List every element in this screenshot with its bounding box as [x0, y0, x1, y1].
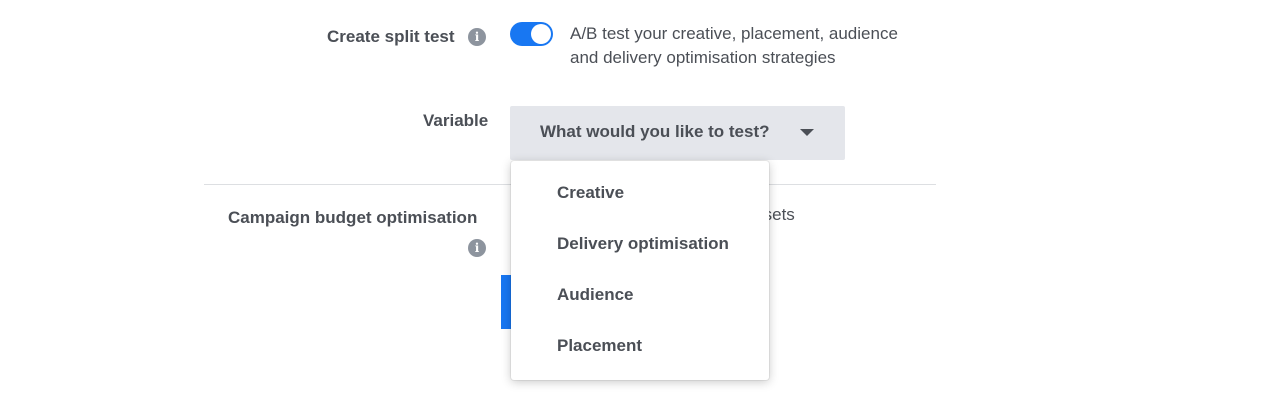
split-test-label: Create split test: [327, 27, 455, 46]
variable-select-label: What would you like to test?: [540, 122, 770, 141]
budget-info-icon[interactable]: i: [468, 239, 486, 257]
dropdown-item-creative[interactable]: Creative: [511, 171, 769, 215]
dropdown-item-delivery-optimisation[interactable]: Delivery optimisation: [511, 222, 769, 266]
variable-dropdown-menu: Creative Delivery optimisation Audience …: [511, 161, 769, 380]
dropdown-item-label: Placement: [557, 336, 643, 355]
variable-select[interactable]: What would you like to test?: [510, 106, 845, 160]
split-test-info-icon[interactable]: i: [468, 28, 486, 46]
dropdown-item-audience[interactable]: Audience: [511, 273, 769, 317]
budget-toggle-partial[interactable]: [501, 275, 511, 329]
toggle-knob: [531, 24, 551, 44]
dropdown-item-label: Delivery optimisation: [557, 234, 729, 253]
budget-optimisation-label: Campaign budget optimisation: [228, 208, 478, 227]
split-test-toggle[interactable]: [510, 22, 553, 46]
split-test-description-line2: and delivery optimisation strategies: [570, 48, 836, 67]
split-test-description-line1: A/B test your creative, placement, audie…: [570, 24, 898, 43]
dropdown-item-label: Creative: [557, 183, 625, 202]
dropdown-item-placement[interactable]: Placement: [511, 324, 769, 368]
dropdown-item-label: Audience: [557, 285, 634, 304]
variable-label: Variable: [423, 111, 489, 130]
caret-down-icon: [800, 129, 814, 136]
